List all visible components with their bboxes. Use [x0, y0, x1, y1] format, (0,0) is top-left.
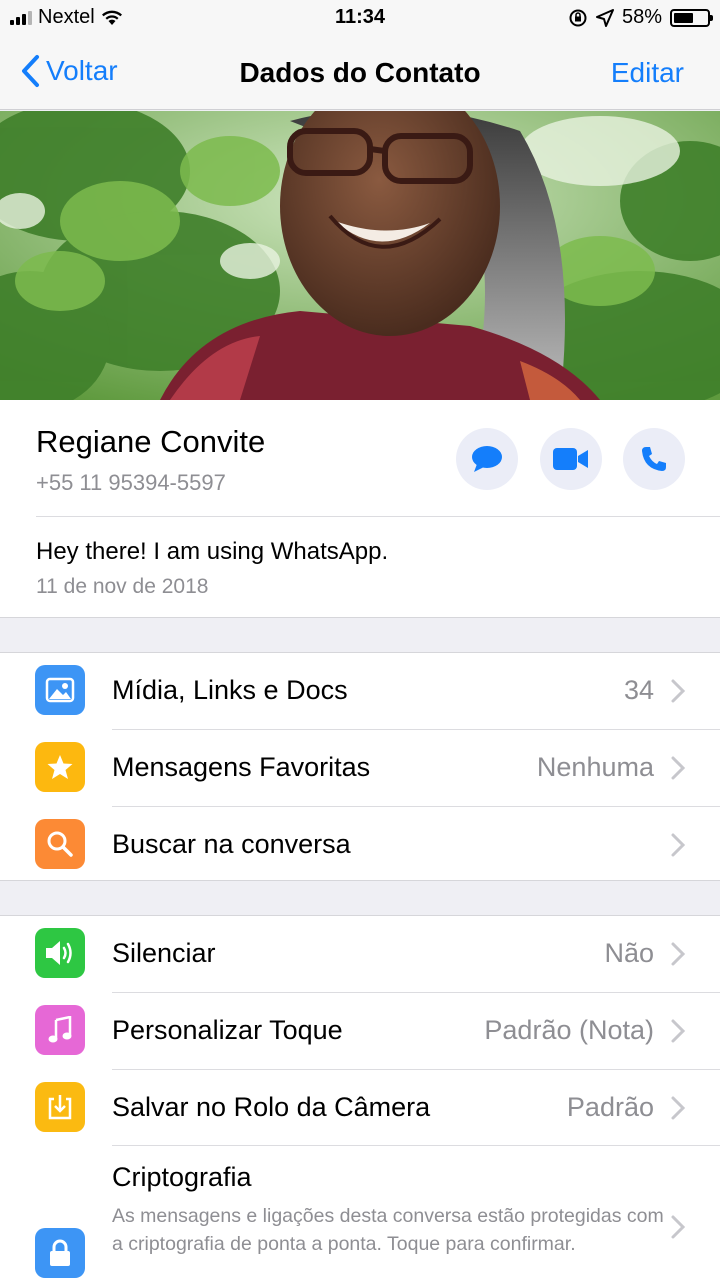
- row-value: Padrão (Nota): [484, 1015, 654, 1045]
- chevron-right-icon: [671, 679, 686, 703]
- row-value: Padrão: [566, 1092, 654, 1122]
- chevron-right-icon: [671, 756, 686, 780]
- row-label: Mídia, Links e Docs: [112, 675, 348, 705]
- about-status-date: 11 de nov de 2018: [36, 575, 209, 598]
- status-right: 58%: [568, 6, 713, 29]
- mute-row[interactable]: Silenciar Não: [0, 916, 720, 992]
- chevron-right-icon: [671, 942, 686, 966]
- search-chat-row[interactable]: Buscar na conversa: [0, 807, 720, 883]
- voice-call-icon: [642, 447, 666, 471]
- video-call-button[interactable]: [540, 428, 602, 490]
- about-status: Hey there! I am using WhatsApp.: [36, 538, 389, 565]
- contact-phone[interactable]: +55 11 95394-5597: [36, 470, 226, 496]
- edit-button[interactable]: Editar: [611, 57, 684, 89]
- navigation-bar: Voltar Dados do Contato Editar: [0, 38, 720, 110]
- chevron-right-icon: [671, 1019, 686, 1043]
- chevron-right-icon: [671, 1096, 686, 1120]
- photo-icon: [35, 665, 85, 715]
- starred-messages-row[interactable]: Mensagens Favoritas Nenhuma: [0, 730, 720, 806]
- row-label: Personalizar Toque: [112, 1015, 343, 1045]
- battery-icon: [670, 8, 713, 27]
- chevron-right-icon: [671, 1215, 686, 1239]
- row-label: Buscar na conversa: [112, 829, 351, 859]
- encryption-title: Criptografia: [112, 1162, 252, 1192]
- message-icon: [472, 446, 502, 472]
- media-section: Mídia, Links e Docs 34 Mensagens Favorit…: [0, 652, 720, 881]
- custom-tone-row[interactable]: Personalizar Toque Padrão (Nota): [0, 993, 720, 1069]
- save-to-camera-roll-row[interactable]: Salvar no Rolo da Câmera Padrão: [0, 1070, 720, 1146]
- search-icon: [35, 819, 85, 869]
- speaker-icon: [35, 928, 85, 978]
- chevron-right-icon: [671, 833, 686, 857]
- encryption-description: As mensagens e ligações desta conversa e…: [112, 1205, 664, 1255]
- star-icon: [35, 742, 85, 792]
- status-bar: Nextel 11:34 58%: [0, 0, 720, 38]
- media-links-docs-row[interactable]: Mídia, Links e Docs 34: [0, 653, 720, 729]
- profile-photo[interactable]: [0, 111, 720, 400]
- row-label: Salvar no Rolo da Câmera: [112, 1092, 431, 1122]
- settings-section: Silenciar Não Personalizar Toque Padrão …: [0, 915, 720, 1280]
- row-label: Silenciar: [112, 938, 216, 968]
- download-icon: [35, 1082, 85, 1132]
- row-value: Não: [604, 938, 654, 968]
- lock-icon: [35, 1228, 85, 1278]
- contact-info-card: Regiane Convite +55 11 95394-5597 Hey th…: [0, 400, 720, 618]
- video-call-icon: [553, 448, 588, 470]
- orientation-lock-icon: [569, 9, 587, 26]
- contact-name: Regiane Convite: [36, 424, 266, 459]
- music-note-icon: [35, 1005, 85, 1055]
- info-divider: [36, 516, 720, 517]
- row-value: Nenhuma: [536, 752, 654, 782]
- battery-percent: 58%: [621, 6, 662, 28]
- row-value: 34: [623, 675, 654, 705]
- location-arrow-icon: [595, 8, 614, 27]
- voice-call-button[interactable]: [623, 428, 685, 490]
- row-label: Mensagens Favoritas: [112, 752, 371, 782]
- message-button[interactable]: [456, 428, 518, 490]
